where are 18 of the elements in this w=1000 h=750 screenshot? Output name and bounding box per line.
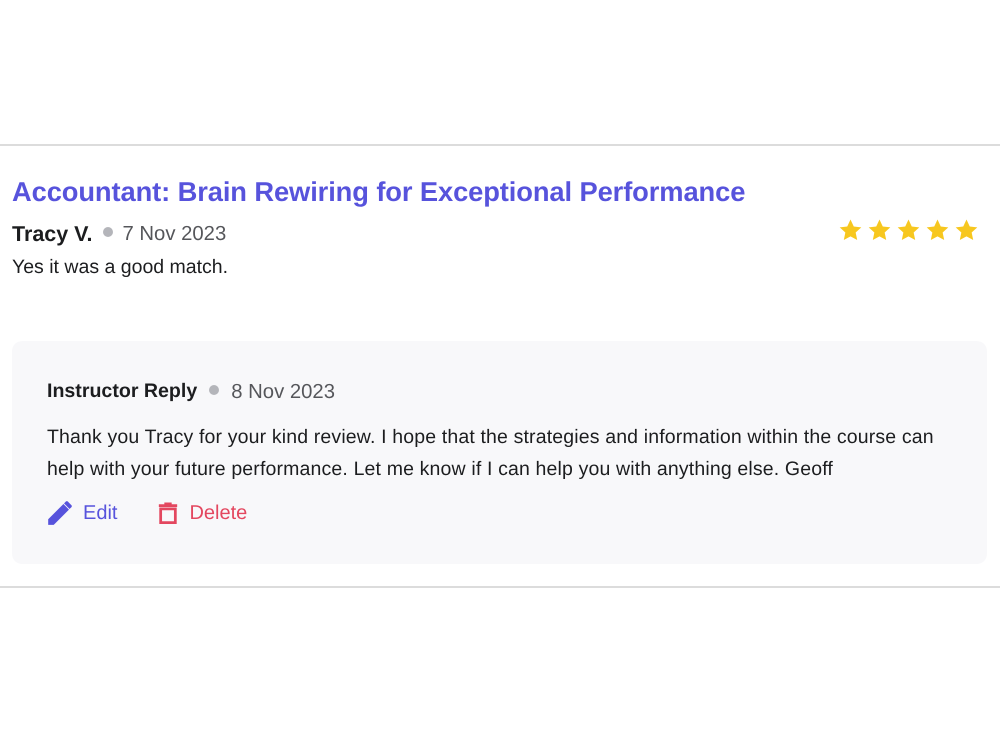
reviewer-name: Tracy V. — [12, 221, 92, 248]
course-title-link[interactable]: Accountant: Brain Rewiring for Exceptional Performance — [12, 176, 746, 209]
reply-date: 8 Nov 2023 — [231, 380, 335, 404]
separator-dot-icon — [102, 227, 112, 238]
star-filled-icon — [897, 219, 920, 241]
reply-label: Instructor Reply — [47, 379, 198, 404]
star-filled-icon — [868, 219, 891, 241]
star-filled-icon — [926, 219, 949, 241]
star-filled-icon — [839, 219, 862, 241]
delete-button[interactable]: Delete — [157, 498, 248, 528]
star-filled-icon — [955, 219, 978, 241]
separator-dot-icon — [209, 384, 220, 395]
reply-text: Thank you Tracy for your kind review. I hope that the strategies and information within the course can help with your future performance. Let me know if I can help you with anything else. Geoff — [47, 424, 935, 482]
review-date: 7 Nov 2023 — [122, 222, 226, 247]
trash-icon — [157, 500, 180, 526]
edit-button[interactable]: Edit — [47, 498, 118, 528]
review-text: Yes it was a good match. — [12, 255, 228, 280]
pencil-icon — [47, 500, 73, 526]
